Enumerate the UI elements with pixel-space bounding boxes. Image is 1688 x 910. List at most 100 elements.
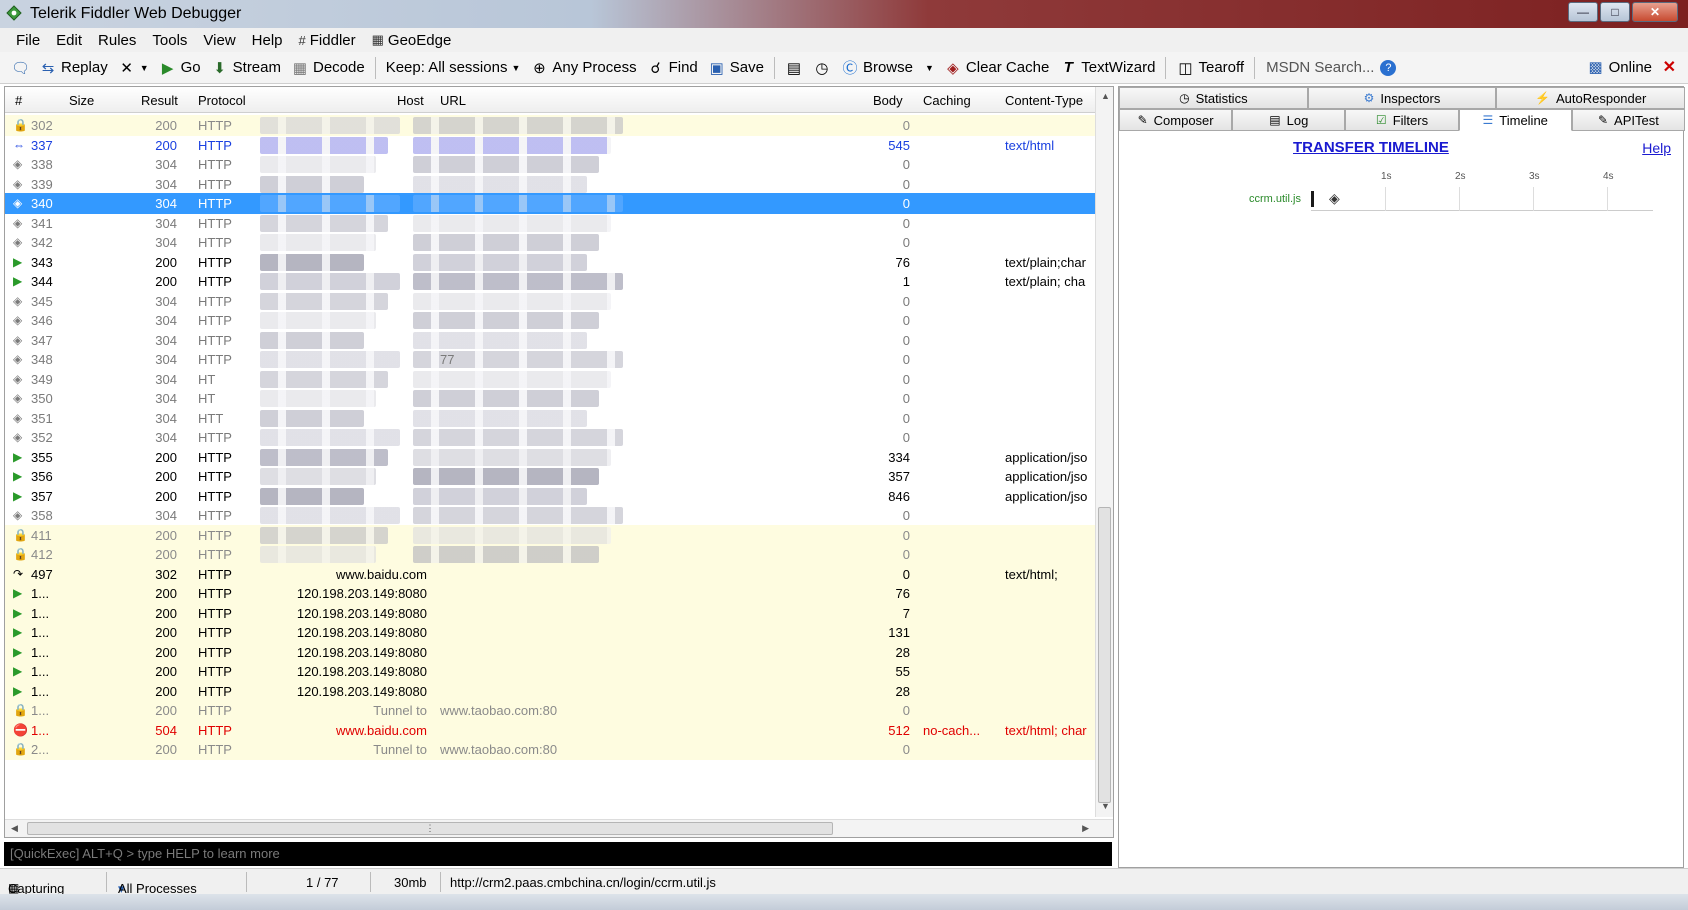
tab-apitest[interactable]: ✎ APITest	[1571, 109, 1686, 131]
table-row[interactable]: ▶ 355 200 HTTP 334 application/jso	[5, 447, 1095, 468]
tab-autoresponder[interactable]: ⚡ AutoResponder	[1496, 87, 1686, 109]
save-button[interactable]: ▣ Save	[703, 59, 769, 77]
online-indicator[interactable]: ▩ Online	[1587, 58, 1652, 77]
vertical-scrollbar[interactable]: ▲ ▼	[1095, 87, 1113, 817]
stream-button[interactable]: ⬇ Stream	[206, 59, 286, 77]
table-row[interactable]: ◈ 350 304 HT 0	[5, 388, 1095, 409]
table-row[interactable]: ▶ 357 200 HTTP 846 application/jso	[5, 486, 1095, 507]
table-row[interactable]: ⛔ 1... 504 HTTP www.baidu.com 512 no-cach... te…	[5, 719, 1095, 741]
table-row[interactable]: 🔒 411 200 HTTP 0	[5, 524, 1095, 546]
msdn-search-input[interactable]: MSDN Search...	[1260, 59, 1380, 76]
menu-file[interactable]: File	[8, 32, 48, 49]
table-row[interactable]: ◈ 348 304 HTTP 77 0	[5, 349, 1095, 370]
timeline-help-link[interactable]: Help	[1642, 140, 1671, 156]
table-row[interactable]: ▶ 344 200 HTTP 1 text/plain; cha	[5, 271, 1095, 292]
horizontal-scrollbar[interactable]: ◀ ⋮ ▶	[5, 819, 1113, 837]
timeline-transfer-bar[interactable]	[1311, 191, 1314, 207]
tab-statistics[interactable]: ◷ Statistics	[1119, 87, 1308, 109]
any-process-button[interactable]: ⊕ Any Process	[525, 59, 641, 77]
menu-edit[interactable]: Edit	[48, 32, 90, 49]
table-row[interactable]: 🔒 302 200 HTTP 0	[5, 115, 1095, 136]
scroll-up-icon[interactable]: ▲	[1101, 91, 1110, 101]
table-row[interactable]: ▶ 343 200 HTTP 76 text/plain;char	[5, 252, 1095, 273]
menu-fiddler[interactable]: # Fiddler	[291, 32, 364, 49]
tearoff-label: Tearoff	[1198, 59, 1245, 76]
table-row[interactable]: ◈ 345 304 HTTP 0	[5, 291, 1095, 312]
close-window-button[interactable]: ✕	[1632, 2, 1678, 22]
table-row[interactable]: 🔒 2... 200 HTTP Tunnel to www.taobao.com:80 0	[5, 739, 1095, 760]
tab-inspectors[interactable]: ⚙ Inspectors	[1307, 87, 1497, 109]
table-row[interactable]: ▶ 1... 200 HTTP 120.198.203.149:8080 28	[5, 641, 1095, 663]
col-caching[interactable]: Caching	[923, 93, 971, 108]
browse-button[interactable]: Ⓒ Browse ▼	[836, 57, 939, 78]
col-result[interactable]: Result	[141, 93, 178, 108]
col-size[interactable]: Size	[69, 93, 94, 108]
menu-help[interactable]: Help	[244, 32, 291, 49]
scroll-right-icon[interactable]: ▶	[1082, 823, 1089, 834]
col-host[interactable]: Host	[397, 93, 424, 108]
table-row[interactable]: ▶ 356 200 HTTP 357 application/jso	[5, 466, 1095, 487]
keep-sessions-dropdown[interactable]: Keep: All sessions ▼	[381, 59, 526, 76]
menu-geoedge[interactable]: ▦ GeoEdge	[364, 32, 460, 49]
table-row[interactable]: ◈ 338 304 HTTP 0	[5, 154, 1095, 175]
table-row[interactable]: ▶ 1... 200 HTTP 120.198.203.149:8080 28	[5, 680, 1095, 702]
table-row[interactable]: 🔒 1... 200 HTTP Tunnel to www.taobao.com:80 0	[5, 700, 1095, 721]
cell-protocol: HTTP	[198, 722, 232, 738]
table-row[interactable]: ▶ 1... 200 HTTP 120.198.203.149:8080 131	[5, 622, 1095, 643]
replay-button[interactable]: ⇆ Replay	[34, 59, 113, 77]
textwizard-button[interactable]: T TextWizard	[1054, 59, 1160, 76]
go-button[interactable]: ▶ Go	[154, 59, 206, 77]
close-toolbar-icon[interactable]: ✕	[1663, 57, 1676, 77]
col-url[interactable]: URL	[440, 93, 466, 108]
menu-view[interactable]: View	[195, 32, 243, 49]
table-row[interactable]: ◈ 352 304 HTTP 0	[5, 427, 1095, 448]
tab-log[interactable]: ▤ Log	[1232, 109, 1346, 131]
menu-rules[interactable]: Rules	[90, 32, 144, 49]
cell-number: 412	[31, 547, 53, 562]
col-body[interactable]: Body	[873, 93, 903, 108]
table-row[interactable]: ◈ 351 304 HTT 0	[5, 408, 1095, 429]
tab-filters[interactable]: ☑ Filters	[1345, 109, 1459, 131]
table-row[interactable]: ↷ 497 302 HTTP www.baidu.com 0 text/html;	[5, 563, 1095, 585]
timer-button[interactable]: ◷	[808, 59, 836, 77]
scroll-left-icon[interactable]: ◀	[11, 823, 18, 834]
tab-timeline[interactable]: ☰ Timeline	[1458, 109, 1572, 131]
col-protocol[interactable]: Protocol	[198, 93, 246, 108]
cell-protocol: HTTP	[198, 625, 232, 640]
clear-cache-button[interactable]: ◈ Clear Cache	[939, 59, 1054, 77]
remove-button[interactable]: ✕ ▼	[113, 59, 154, 77]
table-row[interactable]: ◈ 341 304 HTTP 0	[5, 213, 1095, 234]
quickexec-input[interactable]: [QuickExec] ALT+Q > type HELP to learn m…	[4, 842, 1112, 866]
tearoff-button[interactable]: ◫ Tearoff	[1171, 59, 1249, 77]
table-row[interactable]: ▶ 1... 200 HTTP 120.198.203.149:8080 7	[5, 602, 1095, 624]
tab-composer[interactable]: ✎ Composer	[1119, 109, 1233, 131]
comment-button[interactable]: 🗨	[6, 59, 34, 77]
cell-number: 352	[31, 430, 53, 445]
table-row[interactable]: ◈ 346 304 HTTP 0	[5, 310, 1095, 331]
timeline-row[interactable]: ◈	[1311, 187, 1653, 211]
minimize-button[interactable]: —	[1568, 2, 1598, 22]
scroll-thumb[interactable]	[1098, 507, 1111, 803]
maximize-button[interactable]: □	[1600, 2, 1630, 22]
help-circle-icon[interactable]: ?	[1380, 59, 1397, 76]
scroll-thumb[interactable]: ⋮	[27, 822, 833, 835]
table-row[interactable]: ◈ 349 304 HT 0	[5, 369, 1095, 390]
redacted-block	[413, 214, 611, 232]
table-row[interactable]: ◈ 347 304 HTTP 0	[5, 330, 1095, 351]
table-row[interactable]: 🔒 412 200 HTTP 0	[5, 544, 1095, 565]
col-content-type[interactable]: Content-Type	[1005, 93, 1083, 108]
menu-tools[interactable]: Tools	[144, 32, 195, 49]
scroll-down-icon[interactable]: ▼	[1101, 801, 1110, 811]
table-row[interactable]: ◈ 358 304 HTTP 0	[5, 505, 1095, 526]
table-row[interactable]: ◈ 340 304 HTTP 0	[5, 193, 1095, 214]
table-row[interactable]: ◈ 342 304 HTTP 0	[5, 232, 1095, 253]
table-row[interactable]: ▶ 1... 200 HTTP 120.198.203.149:8080 76	[5, 583, 1095, 604]
table-row[interactable]: ⇔ 337 200 HTTP 545 text/html	[5, 135, 1095, 156]
screenshot-button[interactable]: ▤	[780, 59, 808, 77]
table-row[interactable]: ◈ 339 304 HTTP 0	[5, 174, 1095, 195]
find-button[interactable]: ☌ Find	[642, 59, 703, 77]
decode-button[interactable]: ▦ Decode	[286, 59, 370, 77]
col-number[interactable]: #	[15, 93, 22, 108]
table-row[interactable]: ▶ 1... 200 HTTP 120.198.203.149:8080 55	[5, 661, 1095, 682]
redacted-block	[260, 175, 364, 193]
